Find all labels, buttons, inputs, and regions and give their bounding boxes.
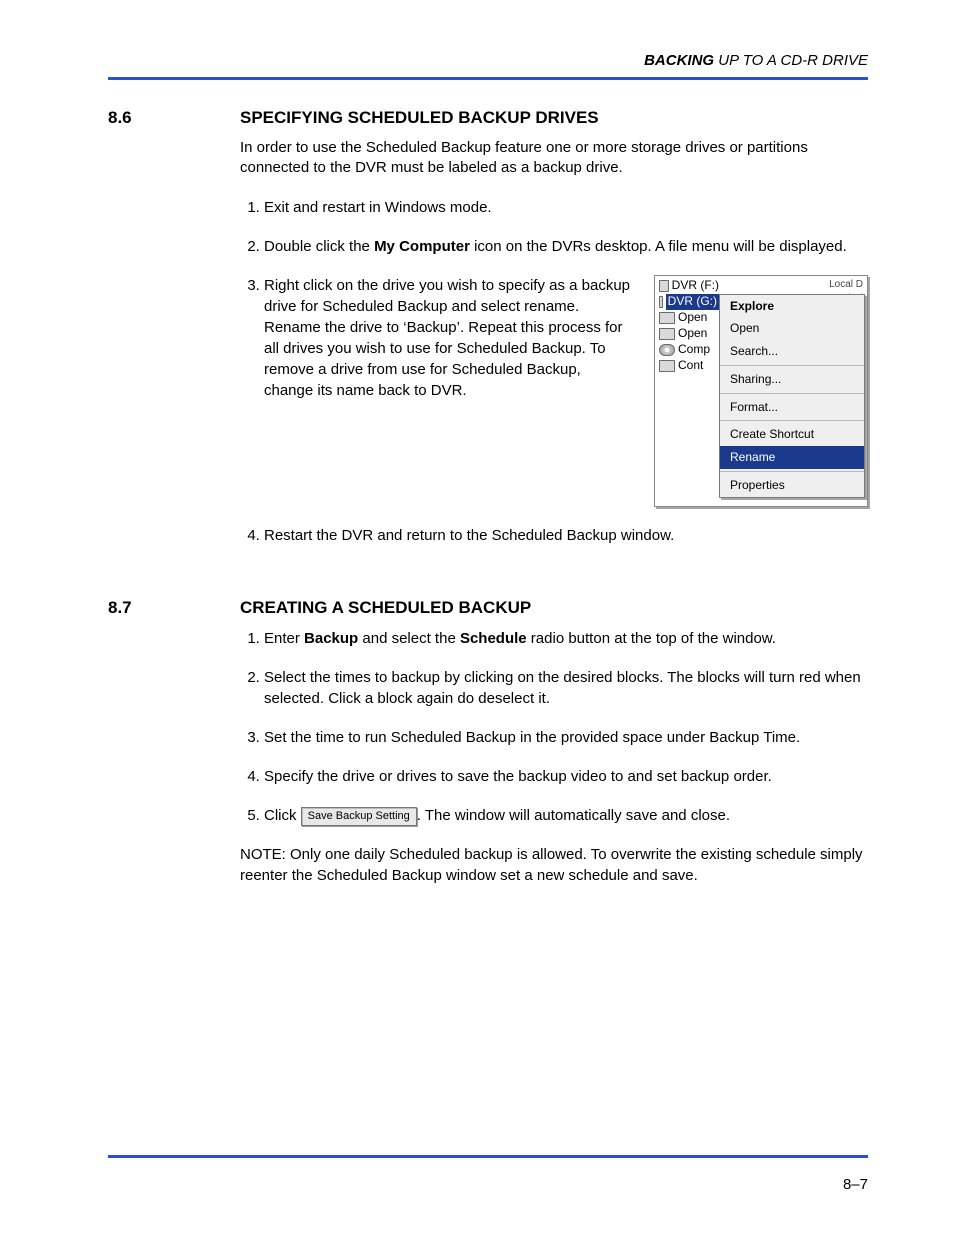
step-2-post: icon on the DVRs desktop. A file menu wi…: [470, 238, 847, 255]
save-backup-setting-button[interactable]: Save Backup Setting: [301, 807, 417, 826]
step-1-pre: Enter: [264, 630, 304, 647]
section-8-6-heading: 8.6 SPECIFYING SCHEDULED BACKUP DRIVES: [108, 108, 868, 128]
section-gap: [108, 564, 868, 598]
menu-item-explore[interactable]: Explore: [720, 295, 864, 318]
menu-item-format[interactable]: Format...: [720, 396, 864, 419]
panel-icon: [659, 360, 675, 372]
step-1-bold-backup: Backup: [304, 630, 358, 647]
step-5: Click Save Backup Setting. The window wi…: [264, 805, 868, 826]
page-number: 8–7: [843, 1176, 868, 1193]
step-4: Specify the drive or drives to save the …: [264, 766, 868, 787]
menu-separator: [720, 365, 864, 366]
drive-icon: [659, 296, 663, 308]
step-3-text: Right click on the drive you wish to spe…: [264, 275, 630, 401]
step-1-post: radio button at the top of the window.: [527, 630, 776, 647]
drive-label: Open: [678, 310, 707, 326]
context-menu: Explore Open Search... Sharing... Format…: [719, 294, 865, 498]
menu-item-search[interactable]: Search...: [720, 340, 864, 363]
menu-separator: [720, 471, 864, 472]
step-1-bold-schedule: Schedule: [460, 630, 527, 647]
step-2: Double click the My Computer icon on the…: [264, 236, 868, 257]
drive-label-selected: DVR (G:): [666, 294, 719, 310]
step-2: Select the times to backup by clicking o…: [264, 667, 868, 709]
running-header-bold: BACKING: [644, 52, 714, 69]
drive-icon: [659, 280, 669, 292]
step-4: Restart the DVR and return to the Schedu…: [264, 525, 868, 546]
note-paragraph: NOTE: Only one daily Scheduled backup is…: [240, 844, 868, 886]
menu-item-properties[interactable]: Properties: [720, 474, 864, 497]
drive-label: DVR (F:): [672, 278, 719, 294]
footer-rule: [108, 1155, 868, 1158]
running-header: BACKING UP TO A CD-R DRIVE: [108, 52, 868, 69]
section-number: 8.7: [108, 598, 240, 618]
section-8-7-body: Enter Backup and select the Schedule rad…: [240, 628, 868, 886]
step-3: Set the time to run Scheduled Backup in …: [264, 727, 868, 748]
page: BACKING UP TO A CD-R DRIVE 8.6 SPECIFYIN…: [0, 0, 954, 1235]
header-rule: [108, 77, 868, 80]
drive-icon: [659, 312, 675, 324]
step-2-pre: Double click the: [264, 238, 374, 255]
section-8-7-heading: 8.7 CREATING A SCHEDULED BACKUP: [108, 598, 868, 618]
drive-type-label: Local D: [719, 278, 863, 292]
section-title: SPECIFYING SCHEDULED BACKUP DRIVES: [240, 108, 599, 128]
step-2-bold: My Computer: [374, 238, 470, 255]
drive-icon: [659, 328, 675, 340]
section-title: CREATING A SCHEDULED BACKUP: [240, 598, 531, 618]
running-header-rest: UP TO A CD-R DRIVE: [714, 52, 868, 69]
step-5-pre: Click: [264, 807, 301, 824]
drive-label: Cont: [678, 358, 703, 374]
step-5-post: . The window will automatically save and…: [417, 807, 730, 824]
drive-list: DVR (F:) DVR (G:) Open Open Comp Cont: [655, 276, 719, 376]
intro-paragraph: In order to use the Scheduled Backup fea…: [240, 138, 868, 179]
step-1: Exit and restart in Windows mode.: [264, 197, 868, 218]
menu-item-rename[interactable]: Rename: [720, 446, 864, 469]
menu-separator: [720, 420, 864, 421]
section-8-6-body: In order to use the Scheduled Backup fea…: [240, 138, 868, 546]
menu-item-open[interactable]: Open: [720, 317, 864, 340]
step-1-mid: and select the: [358, 630, 460, 647]
section-number: 8.6: [108, 108, 240, 128]
step-1: Enter Backup and select the Schedule rad…: [264, 628, 868, 649]
drive-label: Comp: [678, 342, 710, 358]
step-3: Right click on the drive you wish to spe…: [264, 275, 868, 507]
context-menu-screenshot: DVR (F:) DVR (G:) Open Open Comp Cont Lo…: [654, 275, 868, 507]
menu-item-create-shortcut[interactable]: Create Shortcut: [720, 423, 864, 446]
section-8-7-steps: Enter Backup and select the Schedule rad…: [240, 628, 868, 826]
menu-item-sharing[interactable]: Sharing...: [720, 368, 864, 391]
cd-drive-icon: [659, 344, 675, 356]
menu-separator: [720, 393, 864, 394]
section-8-6-steps: Exit and restart in Windows mode. Double…: [240, 197, 868, 546]
drive-label: Open: [678, 326, 707, 342]
